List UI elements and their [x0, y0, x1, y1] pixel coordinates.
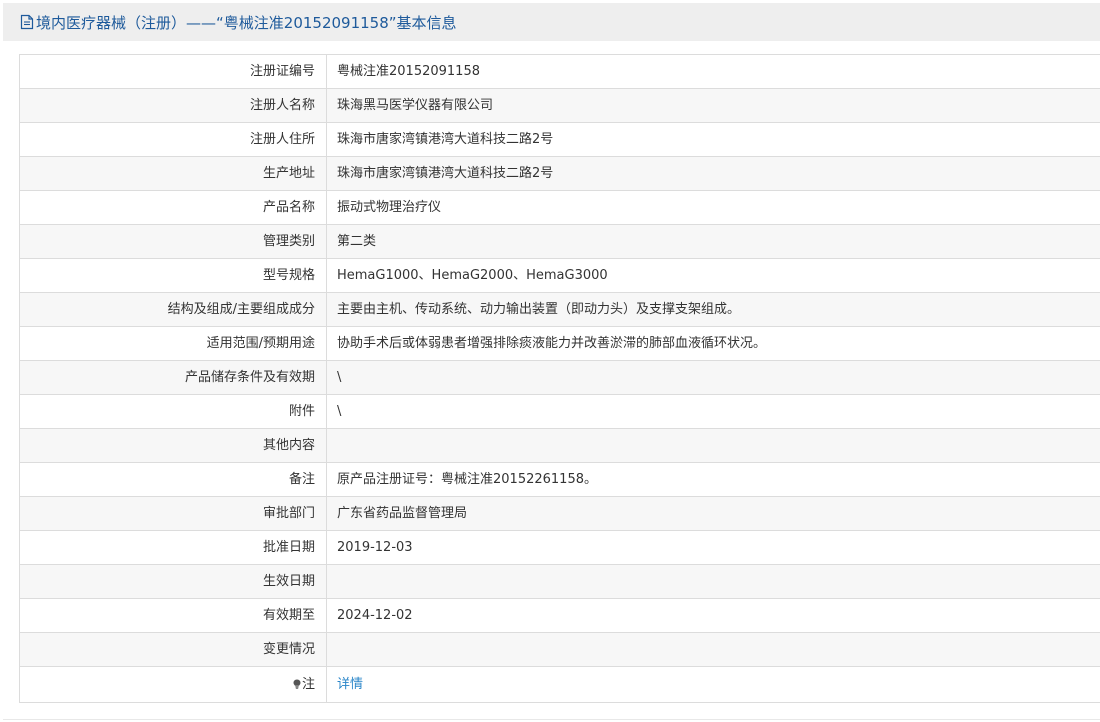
table-row: 注册证编号 粤械注准20152091158: [20, 55, 1100, 89]
table-row: 审批部门 广东省药品监督管理局: [20, 497, 1100, 531]
row-value: 原产品注册证号：粤械注准20152261158。: [337, 472, 597, 487]
note-value: 详情: [327, 667, 1100, 702]
table-row: 生效日期: [20, 565, 1100, 599]
table-row: 生产地址 珠海市唐家湾镇港湾大道科技二路2号: [20, 157, 1100, 191]
table-row: 变更情况: [20, 633, 1100, 667]
table-row: 注册人名称 珠海黑马医学仪器有限公司: [20, 89, 1100, 123]
table-row: 适用范围/预期用途 协助手术后或体弱患者增强排除痰液能力并改善淤滞的肺部血液循环…: [20, 327, 1100, 361]
row-value: 粤械注准20152091158: [337, 64, 480, 79]
lightbulb-icon: [293, 668, 301, 689]
row-value: \: [337, 370, 342, 385]
row-value: 第二类: [337, 234, 377, 249]
table-row: 备注 原产品注册证号：粤械注准20152261158。: [20, 463, 1100, 497]
row-value: [327, 633, 1100, 666]
row-label: 附件: [20, 395, 327, 428]
table-row: 其他内容: [20, 429, 1100, 463]
row-label: 批准日期: [20, 531, 327, 564]
row-value: HemaG1000、HemaG2000、HemaG3000: [337, 268, 608, 283]
table-row: 附件 \: [20, 395, 1100, 429]
table-row: 有效期至 2024-12-02: [20, 599, 1100, 633]
row-value: [327, 429, 1100, 462]
table-row: 管理类别 第二类: [20, 225, 1100, 259]
row-label: 生效日期: [20, 565, 327, 598]
info-table: 注册证编号 粤械注准20152091158 注册人名称 珠海黑马医学仪器有限公司…: [19, 54, 1100, 703]
page-title: 境内医疗器械（注册）——“粤械注准20152091158”基本信息: [36, 13, 457, 32]
row-label: 其他内容: [20, 429, 327, 462]
row-value: 珠海黑马医学仪器有限公司: [337, 98, 494, 113]
row-value: 主要由主机、传动系统、动力输出装置（即动力头）及支撑支架组成。: [337, 302, 741, 317]
row-value: [327, 565, 1100, 598]
row-value: 2019-12-03: [337, 540, 413, 555]
row-label: 产品名称: [20, 191, 327, 224]
row-label: 有效期至: [20, 599, 327, 632]
table-row: 注册人住所 珠海市唐家湾镇港湾大道科技二路2号: [20, 123, 1100, 157]
row-label: 注册证编号: [20, 55, 327, 88]
document-icon: [20, 14, 34, 30]
title-bar: 境内医疗器械（注册）——“粤械注准20152091158”基本信息: [3, 3, 1100, 41]
row-value: 振动式物理治疗仪: [337, 200, 442, 215]
details-link[interactable]: 详情: [337, 677, 363, 692]
row-label: 适用范围/预期用途: [20, 327, 327, 360]
row-label: 管理类别: [20, 225, 327, 258]
row-label: 结构及组成/主要组成成分: [20, 293, 327, 326]
note-row: 注 详情: [20, 667, 1100, 702]
row-value: 广东省药品监督管理局: [337, 506, 468, 521]
row-label: 生产地址: [20, 157, 327, 190]
table-row: 产品储存条件及有效期 \: [20, 361, 1100, 395]
row-label: 变更情况: [20, 633, 327, 666]
table-row: 批准日期 2019-12-03: [20, 531, 1100, 565]
note-label-text: 注: [301, 677, 315, 692]
row-label: 注册人名称: [20, 89, 327, 122]
page: 境内医疗器械（注册）——“粤械注准20152091158”基本信息 注册证编号 …: [0, 0, 1100, 722]
table-row: 产品名称 振动式物理治疗仪: [20, 191, 1100, 225]
table-row: 型号规格 HemaG1000、HemaG2000、HemaG3000: [20, 259, 1100, 293]
row-label: 备注: [20, 463, 327, 496]
row-label: 审批部门: [20, 497, 327, 530]
note-label: 注: [20, 667, 327, 702]
row-label: 型号规格: [20, 259, 327, 292]
row-label: 产品储存条件及有效期: [20, 361, 327, 394]
row-value: 珠海市唐家湾镇港湾大道科技二路2号: [337, 166, 554, 181]
row-value: 2024-12-02: [337, 608, 413, 623]
info-panel: 注册证编号 粤械注准20152091158 注册人名称 珠海黑马医学仪器有限公司…: [3, 41, 1100, 720]
table-row: 结构及组成/主要组成成分 主要由主机、传动系统、动力输出装置（即动力头）及支撑支…: [20, 293, 1100, 327]
row-value: 协助手术后或体弱患者增强排除痰液能力并改善淤滞的肺部血液循环状况。: [337, 336, 767, 351]
row-value: \: [337, 404, 342, 419]
row-value: 珠海市唐家湾镇港湾大道科技二路2号: [337, 132, 554, 147]
row-label: 注册人住所: [20, 123, 327, 156]
